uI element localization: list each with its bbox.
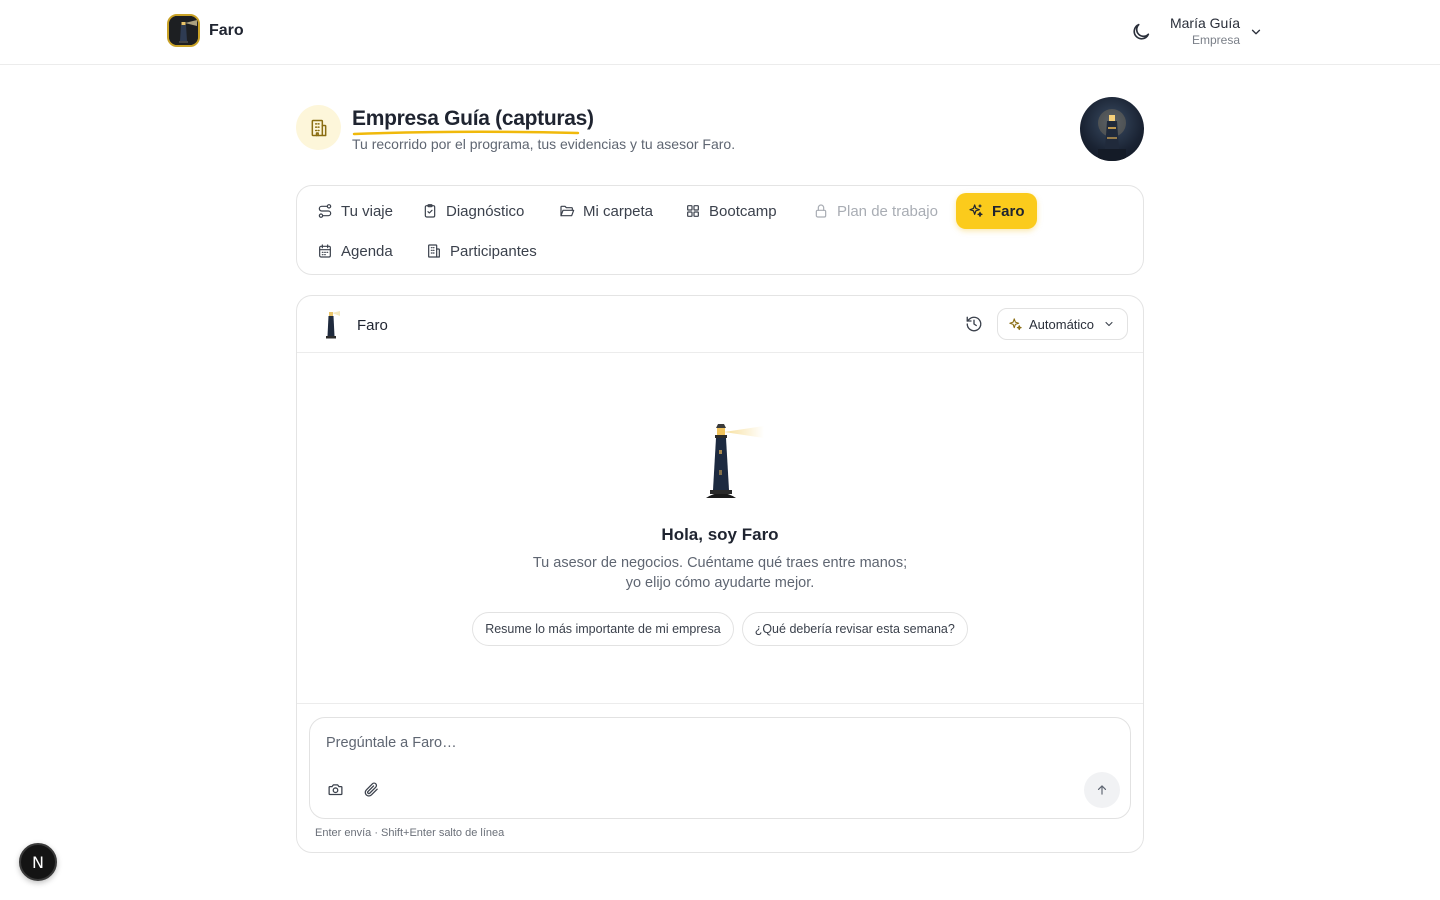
brand-name: Faro [209, 21, 244, 39]
faro-chat: Faro Automático Hola, soy Faro Tu asesor… [296, 295, 1144, 853]
intro-line: yo elijo cómo ayudarte mejor. [625, 575, 815, 591]
composer [309, 717, 1131, 819]
camera-icon[interactable] [327, 781, 347, 801]
tab-label: Bootcamp [709, 202, 777, 220]
tab-diagnostico[interactable]: Diagnóstico [410, 193, 536, 229]
dev-tools-button[interactable]: N [19, 843, 57, 881]
greeting-subtitle: Tu asesor de negocios. Cuéntame qué trae… [297, 553, 1143, 593]
paperclip-icon[interactable] [363, 781, 383, 801]
mode-select[interactable]: Automático [997, 308, 1128, 340]
suggestion-chip[interactable]: ¿Qué debería revisar esta semana? [741, 612, 968, 646]
tab-tu-viaje[interactable]: Tu viaje [305, 193, 405, 229]
lighthouse-icon [326, 311, 340, 339]
route-icon [318, 204, 332, 218]
brand[interactable]: Faro [167, 14, 244, 47]
arrow-up-icon [1097, 785, 1107, 795]
section-tabs: Tu viaje Diagnóstico Mi carpeta Bootcamp… [296, 185, 1144, 275]
tab-agenda[interactable]: Agenda [305, 233, 405, 269]
lighthouse-logo-icon [167, 14, 200, 47]
suggestion-chip[interactable]: Resume lo más importante de mi empresa [472, 612, 734, 646]
sparkles-icon [969, 204, 983, 217]
tab-label: Diagnóstico [446, 202, 525, 220]
tab-faro[interactable]: Faro [956, 193, 1037, 229]
suggestion-list: Resume lo más importante de mi empresa ¿… [297, 612, 1143, 646]
user-role: Empresa [1191, 33, 1240, 47]
composer-hint: Enter envía · Shift+Enter salto de línea [315, 827, 505, 839]
chevron-down-icon [1105, 321, 1113, 327]
calendar-icon [319, 244, 331, 258]
tab-label: Plan de trabajo [837, 202, 938, 220]
moon-icon[interactable] [1130, 21, 1152, 43]
tab-label: Participantes [450, 242, 537, 260]
lock-icon [815, 204, 827, 218]
clipboard-check-icon [424, 204, 436, 218]
building-icon [428, 244, 440, 258]
message-input[interactable] [326, 732, 1086, 754]
sparkles-icon [1009, 317, 1022, 330]
greeting-title: Hola, soy Faro [661, 525, 779, 544]
tab-label: Agenda [341, 242, 393, 260]
chat-title: Faro [357, 317, 388, 334]
building-icon [296, 105, 341, 150]
lighthouse-illustration [706, 424, 764, 498]
user-name: María Guía [1169, 15, 1240, 31]
history-icon[interactable] [965, 315, 985, 335]
mode-label: Automático [1029, 316, 1095, 332]
folder-open-icon [560, 205, 575, 217]
send-button[interactable] [1084, 772, 1120, 808]
tab-label: Tu viaje [341, 202, 393, 220]
chat-header: Faro Automático [297, 296, 1143, 353]
chevron-down-icon[interactable] [1249, 25, 1263, 39]
tab-plan-de-trabajo[interactable]: Plan de trabajo [801, 193, 950, 229]
tab-bootcamp[interactable]: Bootcamp [673, 193, 789, 229]
tab-participantes[interactable]: Participantes [414, 233, 549, 269]
grid-icon [687, 205, 699, 217]
tab-label: Mi carpeta [583, 202, 654, 220]
lighthouse-avatar [1080, 97, 1144, 161]
user-menu[interactable]: María Guía Empresa [1160, 15, 1240, 47]
page-subtitle: Tu recorrido por el programa, tus eviden… [352, 136, 736, 152]
tab-mi-carpeta[interactable]: Mi carpeta [547, 193, 665, 229]
tab-label: Faro [992, 202, 1025, 220]
intro-line: Tu asesor de negocios. Cuéntame qué trae… [532, 555, 908, 571]
top-bar: Faro María Guía Empresa [0, 0, 1440, 65]
composer-area: Enter envía · Shift+Enter salto de línea [297, 703, 1143, 852]
